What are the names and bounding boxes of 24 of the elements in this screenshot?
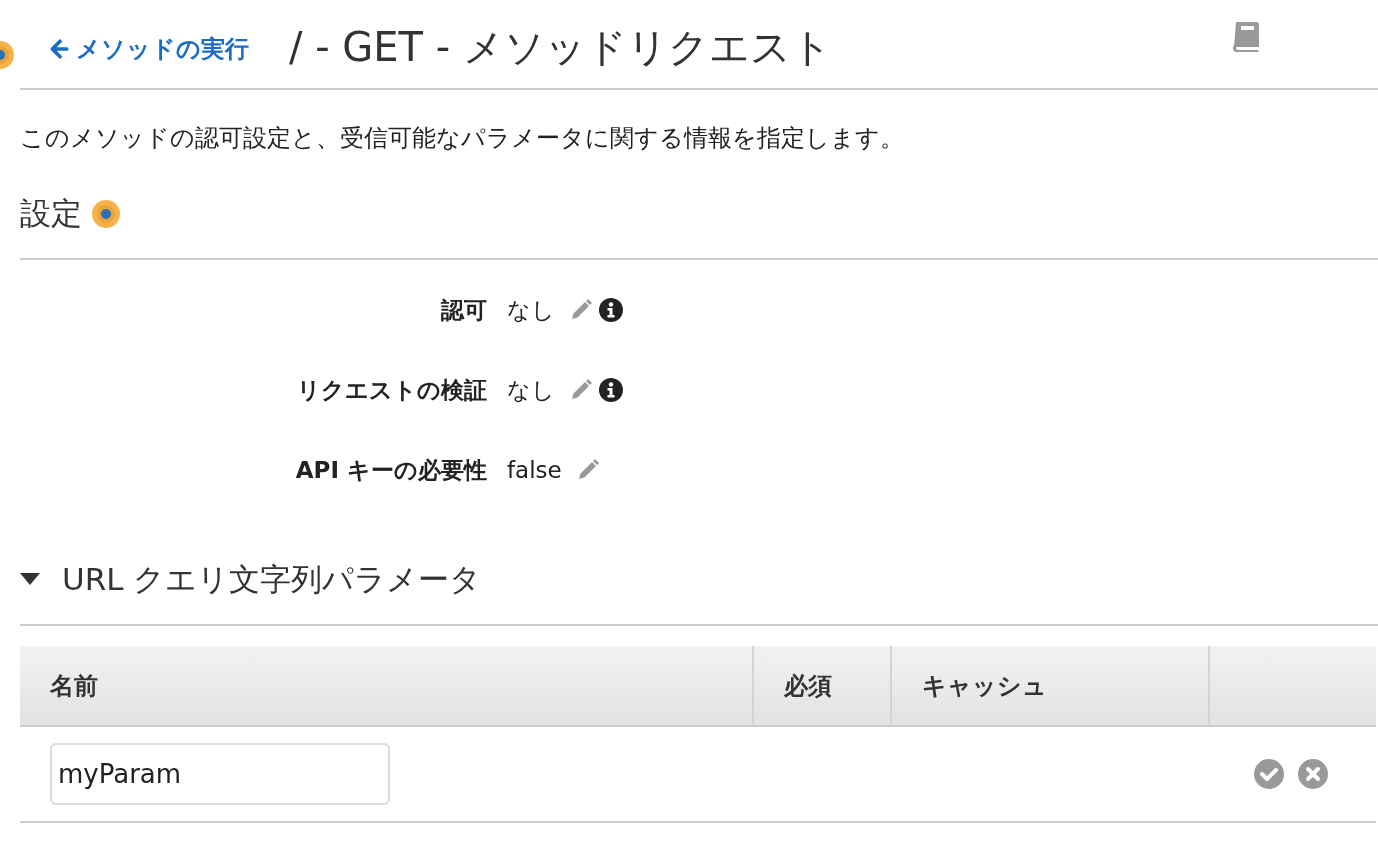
section-heading: URL クエリ文字列パラメータ — [62, 560, 482, 599]
setting-value: false — [507, 457, 562, 483]
column-header: 必須 — [753, 646, 891, 726]
back-link[interactable]: メソッドの実行 — [48, 33, 249, 65]
column-header: 名前 — [20, 646, 753, 726]
arrow-left-icon — [48, 38, 70, 60]
section-heading: 設定 — [20, 194, 82, 233]
setting-label: リクエストの検証 — [296, 375, 487, 405]
column-header: キャッシュ — [891, 646, 1209, 726]
name-input-field[interactable]: myParam — [50, 743, 390, 805]
pencil-icon[interactable] — [569, 298, 593, 322]
cancel-icon[interactable] — [1298, 759, 1328, 789]
page-title: / - GET - メソッドリクエスト — [289, 22, 832, 72]
info-icon[interactable] — [599, 298, 623, 322]
collapse-triangle-icon[interactable] — [20, 573, 40, 587]
setting-label: 認可 — [440, 295, 487, 325]
pencil-icon[interactable] — [569, 378, 593, 402]
setting-value: なし — [507, 295, 555, 325]
setting-value: なし — [507, 375, 555, 405]
description-text: このメソッドの認可設定と、受信可能なパラメータに関する情報を指定します。 — [20, 123, 905, 154]
setting-label: API キーの必要性 — [294, 455, 487, 485]
confirm-icon[interactable] — [1254, 759, 1285, 789]
info-icon[interactable] — [599, 378, 623, 402]
status-dot-icon — [92, 200, 120, 228]
